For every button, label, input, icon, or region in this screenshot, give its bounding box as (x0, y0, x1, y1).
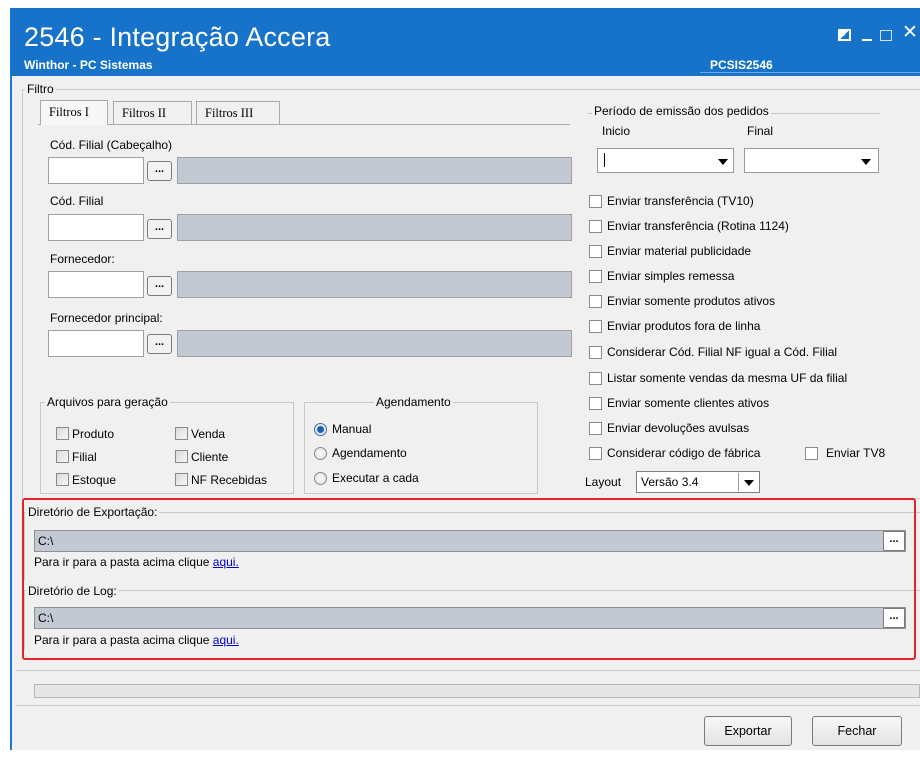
manual-radio[interactable] (314, 423, 327, 436)
final-date-select[interactable] (744, 148, 879, 173)
files-legend: Arquivos para geração (45, 395, 170, 409)
filial-label: Cód. Filial (50, 194, 104, 208)
export-button[interactable]: Exportar (704, 716, 792, 746)
nf-recebidas-label: NF Recebidas (191, 473, 268, 487)
filial-header-description (177, 157, 572, 184)
tab-filtros-i[interactable]: Filtros I (40, 100, 108, 125)
window-title: 2546 - Integração Accera (24, 22, 331, 52)
opt-clientes-ativos-label: Enviar somente clientes ativos (607, 396, 770, 410)
progress-bar (34, 684, 920, 698)
layout-select[interactable]: Versão 3.4 (636, 471, 760, 493)
fornecedor-principal-input[interactable] (48, 330, 144, 357)
separator (16, 670, 920, 671)
final-label: Final (747, 124, 774, 138)
highlight-box (22, 498, 916, 660)
opt-clientes-ativos-checkbox[interactable] (589, 397, 602, 410)
opt-tv8-checkbox[interactable] (805, 447, 818, 460)
opt-codigo-fabrica-checkbox[interactable] (589, 447, 602, 460)
executar-radio[interactable] (314, 472, 327, 485)
opt-transferencia-1124-label: Enviar transferência (Rotina 1124) (607, 219, 789, 233)
opt-transferencia-tv10-label: Enviar transferência (TV10) (607, 194, 754, 208)
opt-fora-de-linha-checkbox[interactable] (589, 320, 602, 333)
text-cursor (604, 153, 605, 167)
period-legend: Período de emissão dos pedidos (592, 104, 771, 118)
fornecedor-principal-label: Fornecedor principal: (50, 311, 163, 325)
filial-description (177, 214, 572, 241)
separator (16, 705, 920, 706)
filial-lookup-button[interactable]: ... (147, 219, 172, 239)
filial-header-label: Cód. Filial (Cabeçalho) (50, 138, 173, 152)
inicio-date-select[interactable] (597, 148, 734, 173)
maximize-icon[interactable] (880, 30, 892, 41)
estoque-label: Estoque (72, 473, 117, 487)
opt-fora-de-linha-label: Enviar produtos fora de linha (607, 319, 761, 333)
opt-simples-remessa-checkbox[interactable] (589, 270, 602, 283)
manual-label: Manual (332, 422, 372, 436)
opt-material-publicidade-checkbox[interactable] (589, 245, 602, 258)
layout-value: Versão 3.4 (641, 475, 699, 489)
inicio-label: Inicio (602, 124, 631, 138)
cliente-checkbox[interactable] (175, 450, 188, 463)
filial-file-label: Filial (72, 450, 97, 464)
title-divider (700, 72, 920, 73)
opt-devolucoes-avulsas-label: Enviar devoluções avulsas (607, 421, 750, 435)
opt-mesma-uf-checkbox[interactable] (589, 372, 602, 385)
produto-checkbox[interactable] (56, 427, 69, 440)
chevron-down-icon (744, 480, 754, 486)
chevron-down-icon (861, 159, 871, 165)
minimize-icon[interactable] (862, 39, 872, 41)
filter-legend: Filtro (25, 82, 56, 96)
opt-devolucoes-avulsas-checkbox[interactable] (589, 422, 602, 435)
venda-checkbox[interactable] (175, 427, 188, 440)
fornecedor-lookup-button[interactable]: ... (147, 276, 172, 296)
fornecedor-label: Fornecedor: (50, 252, 115, 266)
fornecedor-input[interactable] (48, 271, 144, 298)
window-subtitle: Winthor - PC Sistemas (24, 58, 153, 72)
opt-filial-nf-label: Considerar Cód. Filial NF igual a Cód. F… (607, 345, 838, 359)
tab-filtros-iii[interactable]: Filtros III (196, 101, 280, 125)
opt-produtos-ativos-checkbox[interactable] (589, 295, 602, 308)
fornecedor-principal-lookup-button[interactable]: ... (147, 334, 172, 354)
close-button[interactable]: Fechar (812, 716, 902, 746)
opt-tv8-label: Enviar TV8 (826, 446, 886, 460)
opt-filial-nf-checkbox[interactable] (589, 346, 602, 359)
close-icon[interactable]: ✕ (902, 23, 918, 42)
opt-material-publicidade-label: Enviar material publicidade (607, 244, 752, 258)
venda-label: Venda (191, 427, 226, 441)
opt-simples-remessa-label: Enviar simples remessa (607, 269, 735, 283)
chevron-down-icon (718, 159, 728, 165)
agendamento-label: Agendamento (332, 446, 407, 460)
fornecedor-principal-description (177, 330, 572, 357)
opt-codigo-fabrica-label: Considerar código de fábrica (607, 446, 761, 460)
executar-label: Executar a cada (332, 471, 419, 485)
opt-produtos-ativos-label: Enviar somente produtos ativos (607, 294, 776, 308)
fornecedor-description (177, 271, 572, 298)
layout-separator (738, 473, 739, 491)
opt-mesma-uf-label: Listar somente vendas da mesma UF da fil… (607, 371, 848, 385)
produto-label: Produto (72, 427, 115, 441)
estoque-checkbox[interactable] (56, 473, 69, 486)
schedule-legend: Agendamento (374, 395, 453, 409)
filial-header-lookup-button[interactable]: ... (147, 161, 172, 181)
restore-icon[interactable] (838, 29, 851, 41)
nf-recebidas-checkbox[interactable] (175, 473, 188, 486)
filial-checkbox[interactable] (56, 450, 69, 463)
filial-header-input[interactable] (48, 157, 144, 184)
cliente-label: Cliente (191, 450, 229, 464)
opt-transferencia-tv10-checkbox[interactable] (589, 195, 602, 208)
opt-transferencia-1124-checkbox[interactable] (589, 220, 602, 233)
tab-filtros-ii[interactable]: Filtros II (113, 101, 192, 125)
layout-label: Layout (585, 475, 622, 489)
routine-code: PCSIS2546 (710, 58, 773, 72)
agendamento-radio[interactable] (314, 447, 327, 460)
filial-input[interactable] (48, 214, 144, 241)
